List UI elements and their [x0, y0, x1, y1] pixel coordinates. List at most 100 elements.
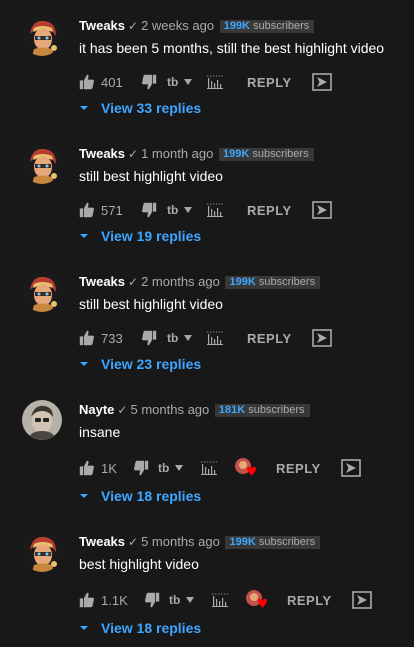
reply-button[interactable]: REPLY: [276, 458, 321, 478]
avatar[interactable]: [22, 400, 62, 440]
share-icon: [312, 73, 332, 91]
subscriber-badge: 199K subscribers: [218, 148, 314, 161]
like-count: 1K: [101, 460, 117, 476]
dislike-button[interactable]: [141, 328, 157, 348]
tb-dropdown-icon: [169, 592, 195, 608]
chevron-down-icon: [79, 103, 89, 113]
comment-header: Tweaks ✓ 5 months ago 199K subscribers: [79, 534, 321, 550]
tb-dropdown-icon: [167, 202, 193, 218]
thumbs-down-icon: [141, 330, 157, 346]
verified-check-icon: ✓: [117, 403, 128, 417]
thumbs-down-icon: [133, 460, 149, 476]
comment-header: Nayte ✓ 5 months ago 181K subscribers: [79, 402, 310, 418]
view-replies-toggle[interactable]: View 19 replies: [79, 227, 201, 245]
like-button[interactable]: 733: [79, 328, 123, 348]
thumbs-up-icon: [79, 592, 95, 608]
share-button[interactable]: [341, 458, 361, 478]
tb-dropdown-icon: [167, 330, 193, 346]
person-photo-avatar-icon: [22, 400, 62, 440]
verified-check-icon: ✓: [128, 147, 139, 161]
like-button[interactable]: 1K: [79, 458, 117, 478]
thumbs-down-icon: [141, 74, 157, 90]
comment-text: it has been 5 months, still the best hig…: [79, 40, 385, 56]
tb-dropdown-icon: [167, 74, 193, 90]
stats-button[interactable]: [200, 458, 218, 478]
avatar[interactable]: [22, 532, 62, 572]
avatar[interactable]: [22, 16, 62, 56]
bar-chart-icon: [206, 74, 224, 90]
comment-thread: Tweaks ✓ 1 month ago 199K subscribers stil…: [0, 144, 414, 254]
comment-text: insane: [79, 424, 121, 440]
comment-header: Tweaks ✓ 2 months ago 199K subscribers: [79, 274, 321, 290]
tb-extension-button[interactable]: [167, 200, 193, 220]
dislike-button[interactable]: [141, 72, 157, 92]
tb-extension-button[interactable]: [158, 458, 184, 478]
bar-chart-icon: [206, 330, 224, 346]
timestamp[interactable]: 5 months ago: [141, 534, 220, 549]
like-button[interactable]: 571: [79, 200, 123, 220]
comment-actions: 733 REPLY: [79, 328, 379, 348]
thumbs-up-icon: [79, 330, 95, 346]
view-replies-toggle[interactable]: View 23 replies: [79, 355, 201, 373]
view-replies-toggle[interactable]: View 18 replies: [79, 487, 201, 505]
stats-button[interactable]: [206, 200, 224, 220]
view-replies-toggle[interactable]: View 33 replies: [79, 99, 201, 117]
author-name[interactable]: Tweaks: [79, 534, 125, 549]
avatar[interactable]: [22, 144, 62, 184]
comment-thread: Nayte ✓ 5 months ago 181K subscribers insa…: [0, 400, 414, 515]
share-button[interactable]: [312, 328, 332, 348]
creator-heart-icon: [245, 589, 271, 611]
subscriber-badge: 181K subscribers: [214, 404, 310, 417]
view-replies-label: View 23 replies: [101, 356, 202, 372]
timestamp[interactable]: 1 month ago: [141, 146, 213, 161]
stats-button[interactable]: [211, 590, 229, 610]
thumbs-up-icon: [79, 74, 95, 90]
avatar[interactable]: [22, 272, 62, 312]
author-name[interactable]: Tweaks: [79, 146, 125, 161]
like-count: 733: [101, 330, 123, 346]
tb-extension-button[interactable]: [167, 328, 193, 348]
view-replies-toggle[interactable]: View 18 replies: [79, 619, 201, 637]
share-button[interactable]: [352, 590, 372, 610]
reply-button[interactable]: REPLY: [247, 200, 292, 220]
like-count: 401: [101, 74, 123, 90]
author-name[interactable]: Nayte: [79, 402, 114, 417]
share-button[interactable]: [312, 72, 332, 92]
comment-header: Tweaks ✓ 1 month ago 199K subscribers: [79, 146, 314, 162]
reply-button[interactable]: REPLY: [287, 590, 332, 610]
chevron-down-icon: [79, 231, 89, 241]
fortnite-skin-avatar-icon: [22, 532, 62, 572]
author-name[interactable]: Tweaks: [79, 274, 125, 289]
dislike-button[interactable]: [144, 590, 160, 610]
comment-text: still best highlight video: [79, 168, 223, 184]
comment-actions: 401 REPLY: [79, 72, 379, 92]
timestamp[interactable]: 2 months ago: [141, 274, 220, 289]
view-replies-label: View 18 replies: [101, 488, 202, 504]
comment-text: still best highlight video: [79, 296, 223, 312]
like-button[interactable]: 401: [79, 72, 123, 92]
like-count: 1.1K: [101, 592, 128, 608]
timestamp[interactable]: 5 months ago: [130, 402, 209, 417]
stats-button[interactable]: [206, 72, 224, 92]
timestamp[interactable]: 2 weeks ago: [141, 18, 214, 33]
chevron-down-icon: [79, 623, 89, 633]
author-name[interactable]: Tweaks: [79, 18, 125, 33]
dislike-button[interactable]: [141, 200, 157, 220]
comment-actions: 1.1K REPLY: [79, 590, 379, 610]
creator-heart-icon: [234, 457, 260, 479]
thumbs-down-icon: [144, 592, 160, 608]
tb-extension-button[interactable]: [169, 590, 195, 610]
tb-extension-button[interactable]: [167, 72, 193, 92]
tb-dropdown-icon: [158, 460, 184, 476]
dislike-button[interactable]: [133, 458, 149, 478]
thumbs-up-icon: [79, 202, 95, 218]
fortnite-skin-avatar-icon: [22, 16, 62, 56]
reply-button[interactable]: REPLY: [247, 72, 292, 92]
comment-thread: Tweaks ✓ 2 months ago 199K subscribers sti…: [0, 272, 414, 382]
comment-actions: 571 REPLY: [79, 200, 379, 220]
stats-button[interactable]: [206, 328, 224, 348]
reply-button[interactable]: REPLY: [247, 328, 292, 348]
comment-actions: 1K REPLY: [79, 458, 379, 478]
like-button[interactable]: 1.1K: [79, 590, 128, 610]
share-button[interactable]: [312, 200, 332, 220]
